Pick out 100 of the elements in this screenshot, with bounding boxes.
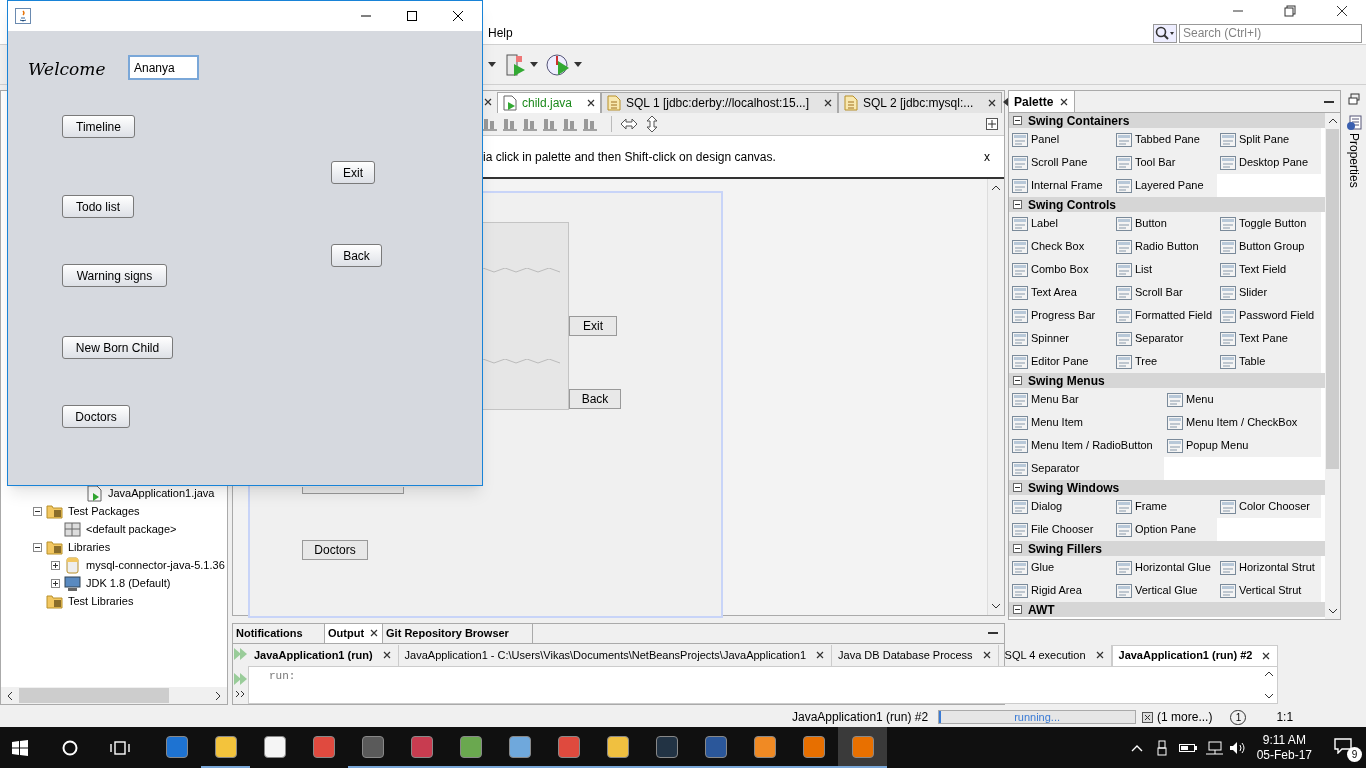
component-entry[interactable]: Color Chooser [1217, 495, 1321, 518]
component-entry[interactable]: Popup Menu [1164, 434, 1321, 457]
window-tab[interactable]: Git Repository Browser [383, 623, 534, 643]
close-icon[interactable] [987, 98, 998, 108]
expand-icon[interactable] [51, 560, 60, 570]
component-entry[interactable]: Check Box [1009, 235, 1113, 258]
component-entry[interactable]: Option Pane [1113, 518, 1217, 541]
palette-section-header[interactable]: AWT [1009, 602, 1325, 617]
project-node[interactable]: JDK 1.8 (Default) [86, 574, 171, 592]
palette-section-header[interactable]: Swing Containers [1009, 113, 1325, 128]
component-entry[interactable]: Menu Item [1009, 411, 1164, 434]
palette-section-header[interactable]: Swing Menus [1009, 373, 1325, 388]
component-entry[interactable]: Glue [1009, 556, 1113, 579]
maximize-icon[interactable] [406, 10, 418, 22]
component-entry[interactable]: Horizontal Strut [1217, 556, 1321, 579]
editor-tab[interactable]: child.java [497, 92, 602, 113]
search-icon[interactable] [1153, 23, 1177, 43]
search-field[interactable]: Search (Ctrl+I) [1179, 23, 1362, 43]
side-tab[interactable]: Properties [1344, 115, 1363, 188]
scrollbar-thumb[interactable] [1326, 129, 1339, 469]
component-entry[interactable]: Slider [1217, 281, 1321, 304]
component-entry[interactable]: Progress Bar [1009, 304, 1113, 327]
windows-start-icon[interactable] [12, 739, 28, 756]
project-node[interactable]: Test Libraries [68, 592, 134, 610]
form-button[interactable]: Exit [569, 316, 617, 336]
app-button[interactable]: Todo list [62, 195, 134, 218]
scrollbar-thumb[interactable] [19, 688, 169, 703]
app-button[interactable]: Warning signs [62, 264, 167, 287]
scroll-up-icon[interactable] [991, 183, 1001, 193]
collapse-icon[interactable] [1013, 605, 1022, 614]
scroll-down-icon[interactable] [1327, 607, 1338, 615]
component-entry[interactable]: Label [1009, 212, 1113, 235]
restore-icon[interactable] [1347, 93, 1360, 105]
scroll-left-icon[interactable] [5, 690, 15, 701]
component-entry[interactable]: Menu Item / CheckBox [1164, 411, 1321, 434]
horizontal-arrows-icon[interactable] [620, 118, 638, 130]
network-icon[interactable] [1204, 740, 1223, 755]
component-entry[interactable]: Button [1113, 212, 1217, 235]
component-entry[interactable]: Table [1217, 350, 1321, 373]
volume-icon[interactable] [1228, 740, 1247, 755]
component-entry[interactable]: Layered Pane [1113, 174, 1217, 197]
close-icon[interactable] [981, 650, 992, 661]
caret-icon[interactable] [574, 61, 582, 68]
component-entry[interactable]: Menu [1164, 388, 1321, 411]
component-entry[interactable]: Scroll Pane [1009, 151, 1113, 174]
window-tab[interactable]: Notifications [233, 623, 325, 643]
component-entry[interactable]: Combo Box [1009, 258, 1113, 281]
project-node[interactable]: <default package> [86, 520, 177, 538]
component-entry[interactable]: Editor Pane [1009, 350, 1113, 373]
editor-tab[interactable]: SQL 2 [jdbc:mysql:... [838, 92, 1003, 113]
component-entry[interactable]: Radio Button [1113, 235, 1217, 258]
component-entry[interactable]: Frame [1113, 495, 1217, 518]
component-entry[interactable]: Password Field [1217, 304, 1321, 327]
restore-icon[interactable] [1284, 5, 1296, 17]
grid-icon[interactable] [986, 118, 998, 130]
close-icon[interactable] [1336, 5, 1348, 17]
component-entry[interactable]: Vertical Glue [1113, 579, 1217, 602]
close-icon[interactable] [815, 650, 826, 661]
caret-icon[interactable] [530, 61, 538, 68]
component-entry[interactable]: Text Pane [1217, 327, 1321, 350]
close-icon[interactable] [452, 10, 464, 22]
project-node[interactable]: JavaApplication1.java [108, 484, 215, 502]
project-node[interactable]: mysql-connector-java-5.1.36 [86, 556, 225, 574]
form-button[interactable]: Back [569, 389, 621, 409]
component-entry[interactable]: Tree [1113, 350, 1217, 373]
component-entry[interactable]: Rigid Area [1009, 579, 1113, 602]
component-entry[interactable]: Separator [1113, 327, 1217, 350]
close-icon[interactable] [381, 650, 392, 661]
component-entry[interactable]: Formatted Field [1113, 304, 1217, 327]
name-field[interactable]: Ananya [128, 55, 199, 80]
close-hint-button[interactable]: x [984, 147, 990, 166]
cancel-icon[interactable] [1142, 711, 1154, 723]
collapse-icon[interactable] [33, 506, 42, 516]
collapse-icon[interactable] [1013, 116, 1022, 125]
run-tab[interactable]: JavaApplication1 (run) [248, 644, 399, 666]
app-button[interactable]: Back [331, 244, 382, 267]
component-entry[interactable]: Split Pane [1217, 128, 1321, 151]
collapse-icon[interactable] [1013, 376, 1022, 385]
chevron-up-icon[interactable] [1130, 743, 1143, 752]
app-button[interactable]: Exit [331, 161, 375, 184]
scroll-right-icon[interactable] [213, 690, 223, 701]
close-icon[interactable] [369, 628, 380, 639]
component-entry[interactable]: Desktop Pane [1217, 151, 1321, 174]
collapse-icon[interactable] [1013, 544, 1022, 553]
vertical-arrows-icon[interactable] [646, 115, 658, 133]
scroll-up-icon[interactable] [1264, 669, 1275, 678]
close-icon[interactable] [823, 98, 834, 108]
close-icon[interactable] [483, 97, 493, 107]
app-button[interactable]: Doctors [62, 405, 130, 428]
align-icon[interactable] [483, 116, 499, 132]
usb-icon[interactable] [1156, 739, 1167, 756]
palette-section-header[interactable]: Swing Windows [1009, 480, 1325, 495]
component-entry[interactable]: Menu Bar [1009, 388, 1164, 411]
component-entry[interactable]: Button Group [1217, 235, 1321, 258]
component-entry[interactable]: Menu Item / RadioButton [1009, 434, 1164, 457]
component-entry[interactable]: Scroll Bar [1113, 281, 1217, 304]
more-tasks-link[interactable]: (1 more...) [1157, 708, 1213, 726]
component-entry[interactable]: Text Area [1009, 281, 1113, 304]
component-entry[interactable]: Internal Frame [1009, 174, 1113, 197]
expand-icon[interactable] [51, 578, 60, 588]
